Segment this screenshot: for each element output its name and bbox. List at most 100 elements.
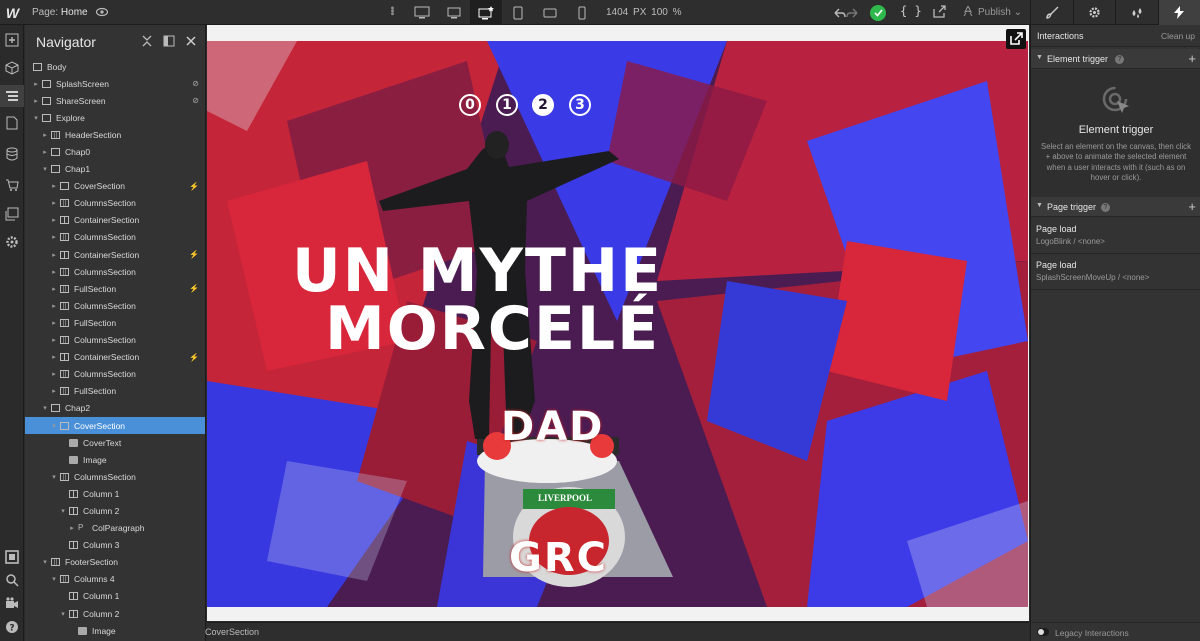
collapse-caret-icon[interactable]: ▸ <box>50 199 58 207</box>
symbols-button[interactable] <box>4 60 20 76</box>
collapse-caret-icon[interactable]: ▸ <box>32 97 40 105</box>
navigator-row[interactable]: ▸ ColumnsSection <box>25 332 205 349</box>
navigator-row[interactable]: ▸ FullSection <box>25 383 205 400</box>
collapse-caret-icon[interactable]: ▸ <box>50 233 58 241</box>
expand-caret-icon[interactable]: ▾ <box>50 575 58 583</box>
collapse-all-icon[interactable] <box>141 35 153 47</box>
close-icon[interactable] <box>185 35 197 47</box>
navigator-row[interactable]: ▾ Chap1 <box>25 161 205 178</box>
expand-caret-icon[interactable]: ▾ <box>50 422 58 430</box>
cover-section-preview[interactable]: 0 1 2 3 DAD LIVERPOOL GRC UN MYTHE MORCE… <box>207 41 1028 607</box>
open-preview-button[interactable] <box>1006 29 1026 49</box>
tab-style[interactable] <box>1030 0 1073 25</box>
expand-caret-icon[interactable]: ▾ <box>41 404 49 412</box>
webflow-logo[interactable]: W <box>0 0 25 25</box>
breakpoint-base-button[interactable] <box>470 0 502 25</box>
navigator-row[interactable]: ▸ ShareScreen ⊘ <box>25 92 205 109</box>
add-panel-button[interactable] <box>4 32 20 48</box>
navigator-row[interactable]: Body <box>25 58 205 75</box>
chevron-down-icon[interactable]: ▼ <box>1036 54 1043 61</box>
breadcrumb-item[interactable]: CoverSection <box>205 627 259 637</box>
add-element-trigger-button[interactable]: + <box>1188 51 1196 66</box>
site-settings-button[interactable] <box>4 234 20 250</box>
navigator-row[interactable]: ▾ Column 2 <box>25 502 205 519</box>
ecommerce-button[interactable] <box>4 177 20 193</box>
navigator-row[interactable]: ▸ FullSection ⚡ <box>25 280 205 297</box>
expand-caret-icon[interactable]: ▾ <box>41 558 49 566</box>
breakpoint-desktop-button[interactable] <box>438 0 470 25</box>
tab-interactions[interactable] <box>1157 0 1200 25</box>
publish-button[interactable]: Publish ⌄ <box>962 4 1022 18</box>
tab-settings[interactable] <box>1072 0 1116 25</box>
collapse-caret-icon[interactable]: ▸ <box>50 251 58 259</box>
navigator-row[interactable]: Image <box>25 451 205 468</box>
navigator-row[interactable]: ▸ SplashScreen ⊘ <box>25 75 205 92</box>
collapse-caret-icon[interactable]: ▸ <box>50 285 58 293</box>
collapse-caret-icon[interactable]: ▸ <box>32 80 40 88</box>
collapse-caret-icon[interactable]: ▸ <box>50 182 58 190</box>
toggle-switch[interactable] <box>1037 628 1049 636</box>
navigator-row[interactable]: ▸ P ColParagraph <box>25 520 205 537</box>
navigator-row[interactable]: ▾ Chap2 <box>25 400 205 417</box>
navigator-row[interactable]: ▾ Columns 4 <box>25 571 205 588</box>
navigator-row[interactable]: ▸ ColumnsSection <box>25 195 205 212</box>
collapse-caret-icon[interactable]: ▸ <box>50 336 58 344</box>
breakpoint-portrait-button[interactable] <box>566 0 598 25</box>
chevron-down-icon[interactable]: ▼ <box>1036 202 1043 209</box>
assets-button[interactable] <box>4 206 20 222</box>
breakpoint-landscape-button[interactable] <box>534 0 566 25</box>
navigator-row[interactable]: CoverText <box>25 434 205 451</box>
navigator-row[interactable]: ▸ CoverSection ⚡ <box>25 178 205 195</box>
audit-button[interactable] <box>4 549 20 565</box>
video-tutorials-button[interactable] <box>4 595 20 611</box>
help-button[interactable]: ? <box>4 619 20 635</box>
navigator-row[interactable]: ▸ ContainerSection <box>25 212 205 229</box>
navigator-row[interactable]: Column 1 <box>25 588 205 605</box>
tab-style-manager[interactable] <box>1115 0 1158 25</box>
expand-caret-icon[interactable]: ▾ <box>41 165 49 173</box>
collapse-caret-icon[interactable]: ▸ <box>41 131 49 139</box>
navigator-row[interactable]: Column 3 <box>25 537 205 554</box>
navigator-row[interactable]: ▸ HeaderSection <box>25 126 205 143</box>
preview-eye-icon[interactable] <box>96 6 108 18</box>
expand-caret-icon[interactable]: ▾ <box>59 507 67 515</box>
navigator-row[interactable]: ▾ Explore <box>25 109 205 126</box>
more-options-icon[interactable]: ••• <box>386 6 398 15</box>
legacy-interactions-toggle[interactable]: Legacy Interactions <box>1031 622 1200 641</box>
navigator-row[interactable]: ▸ ColumnsSection <box>25 229 205 246</box>
navigator-row[interactable]: ▸ Chap0 <box>25 143 205 160</box>
expand-caret-icon[interactable]: ▾ <box>32 114 40 122</box>
collapse-caret-icon[interactable]: ▸ <box>50 319 58 327</box>
code-editor-button[interactable]: { } <box>900 4 922 18</box>
navigator-row[interactable]: ▸ ContainerSection ⚡ <box>25 246 205 263</box>
export-icon[interactable] <box>932 5 946 19</box>
collapse-caret-icon[interactable]: ▸ <box>50 387 58 395</box>
pages-button[interactable] <box>4 115 20 131</box>
expand-caret-icon[interactable]: ▾ <box>59 610 67 618</box>
page-trigger-item[interactable]: Page load SplashScreenMoveUp / <none> <box>1031 254 1200 290</box>
navigator-row[interactable]: ▸ ColumnsSection <box>25 297 205 314</box>
page-selector[interactable]: Page: Home <box>32 7 88 18</box>
page-trigger-item[interactable]: Page load LogoBlink / <none> <box>1031 218 1200 254</box>
collapse-caret-icon[interactable]: ▸ <box>41 148 49 156</box>
cms-button[interactable] <box>4 146 20 162</box>
help-icon[interactable]: ? <box>1115 55 1124 64</box>
expand-caret-icon[interactable]: ▾ <box>50 473 58 481</box>
breakpoint-tablet-button[interactable] <box>502 0 534 25</box>
navigator-row[interactable]: ▸ FullSection <box>25 314 205 331</box>
clean-up-button[interactable]: Clean up <box>1161 31 1195 41</box>
search-button[interactable] <box>4 572 20 588</box>
undo-redo-icon[interactable] <box>832 6 860 20</box>
help-icon[interactable]: ? <box>1101 203 1110 212</box>
collapse-caret-icon[interactable]: ▸ <box>50 302 58 310</box>
navigator-row[interactable]: ▸ ColumnsSection <box>25 263 205 280</box>
navigator-row[interactable]: ▾ FooterSection <box>25 554 205 571</box>
dock-panel-icon[interactable] <box>163 35 175 47</box>
navigator-row[interactable]: Column 1 <box>25 485 205 502</box>
collapse-caret-icon[interactable]: ▸ <box>50 353 58 361</box>
breakpoint-desktop-large-button[interactable] <box>406 0 438 25</box>
collapse-caret-icon[interactable]: ▸ <box>50 370 58 378</box>
collapse-caret-icon[interactable]: ▸ <box>68 524 76 532</box>
collapse-caret-icon[interactable]: ▸ <box>50 216 58 224</box>
collapse-caret-icon[interactable]: ▸ <box>50 268 58 276</box>
